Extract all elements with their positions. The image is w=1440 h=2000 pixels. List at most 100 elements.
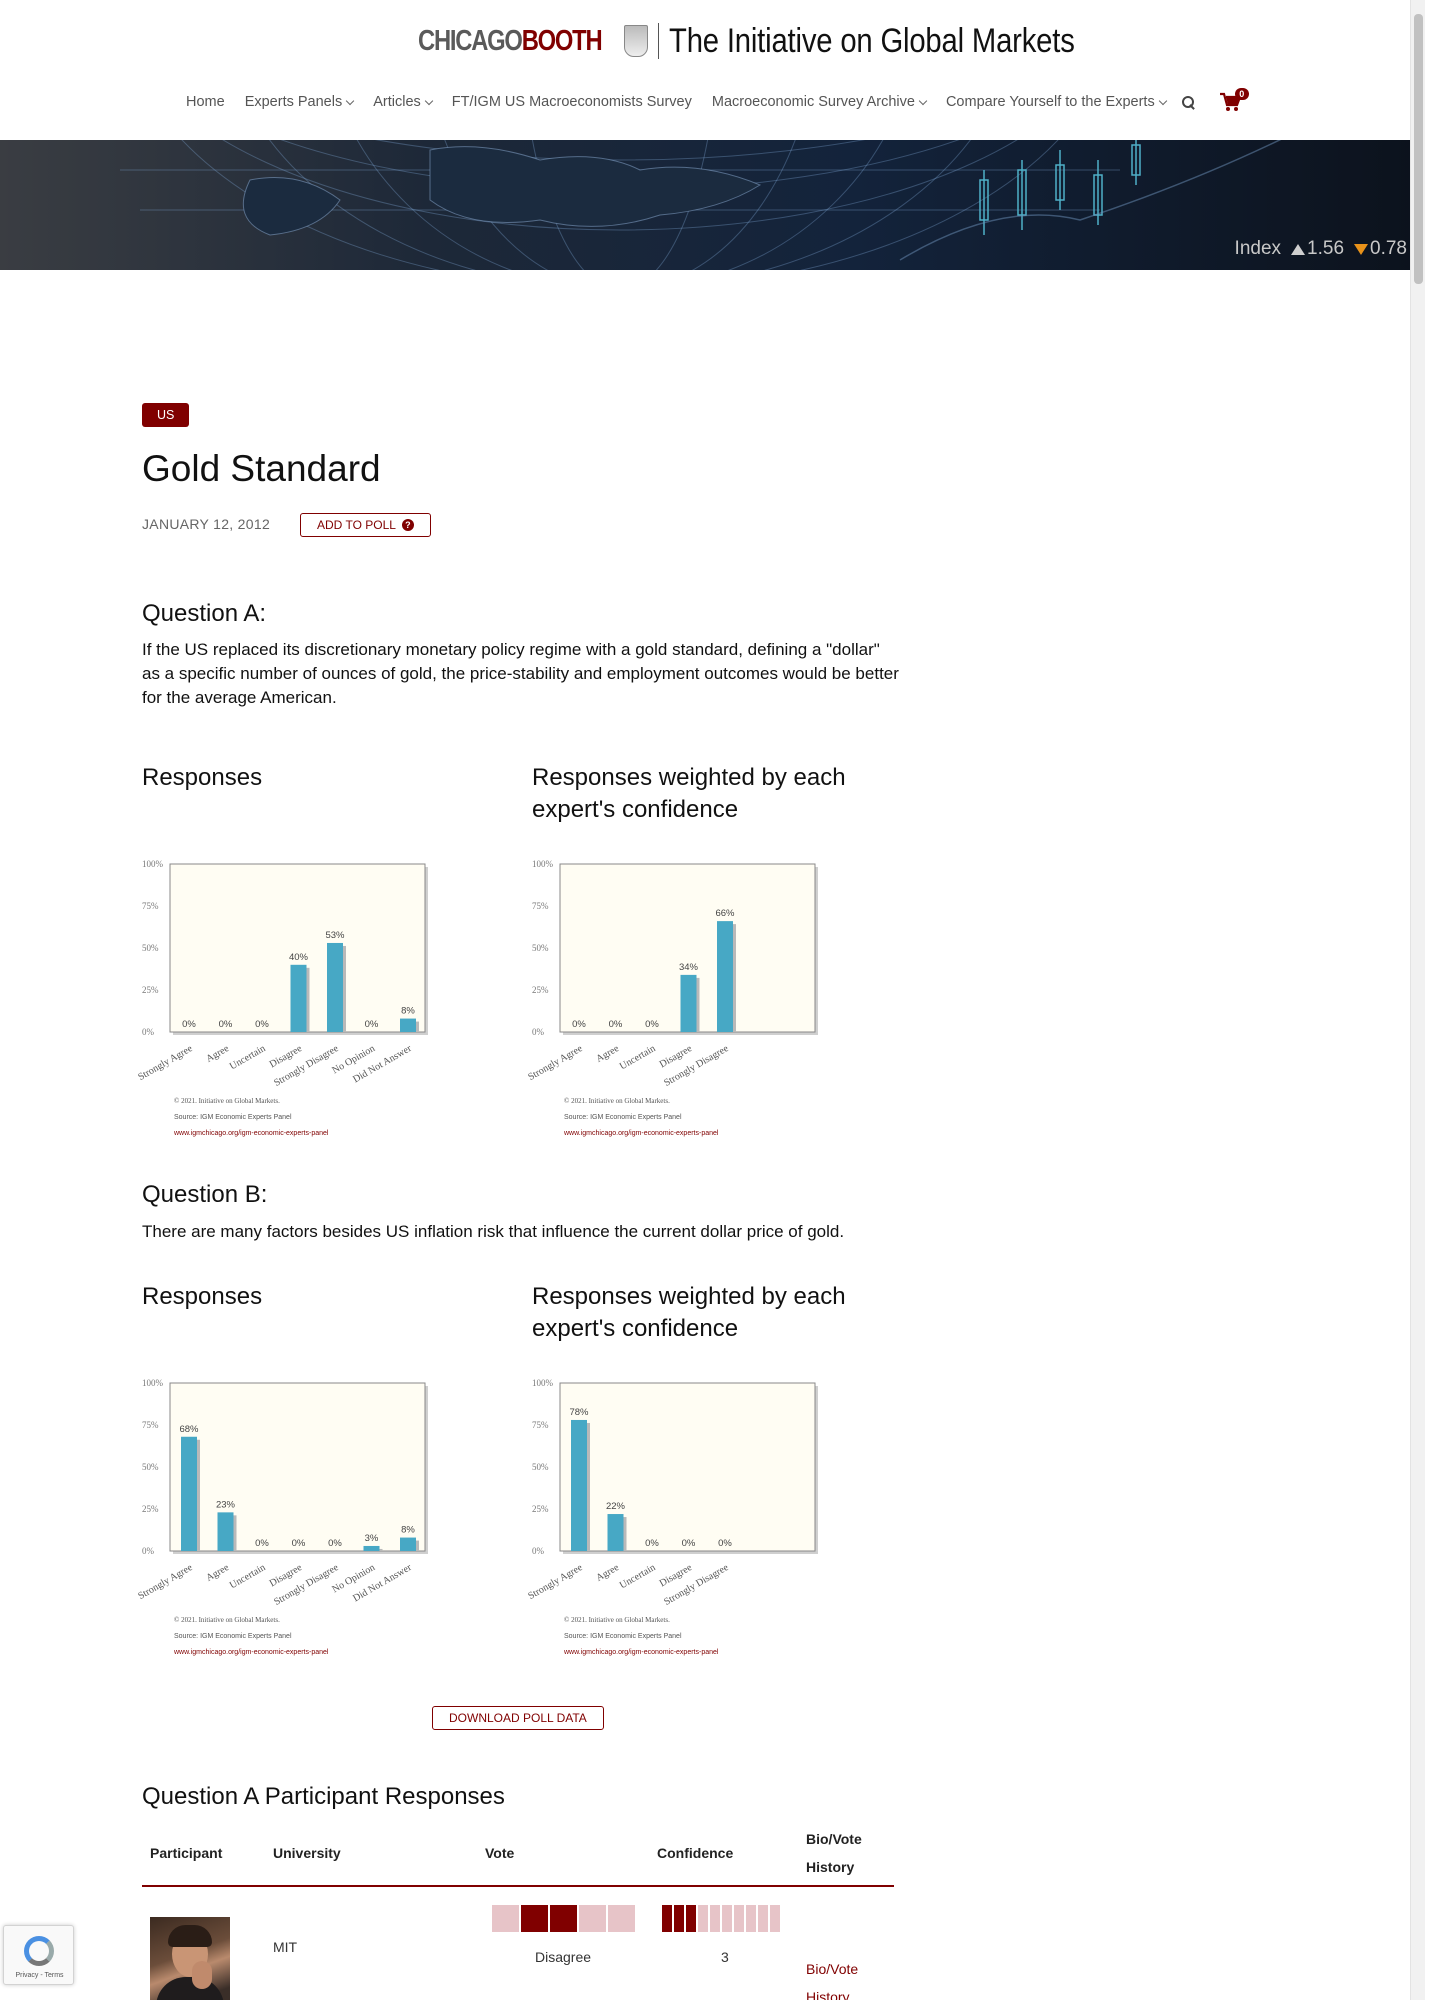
category-label: Uncertain bbox=[618, 1562, 658, 1591]
page: CHICAGOBOOTH The Initiative on Global Ma… bbox=[0, 0, 1425, 2000]
bar-value-label: 0% bbox=[328, 1538, 342, 1549]
chevron-down-icon bbox=[1158, 96, 1167, 105]
bar-value-label: 8% bbox=[401, 1006, 415, 1017]
y-tick-label: 50% bbox=[532, 1462, 549, 1472]
bar-value-label: 0% bbox=[718, 1538, 732, 1549]
vote-scale-cell bbox=[550, 1905, 577, 1932]
category-label: Strongly Agree bbox=[526, 1043, 585, 1083]
confidence-scale bbox=[662, 1905, 780, 1932]
bar bbox=[363, 1545, 380, 1551]
category-label: Uncertain bbox=[228, 1562, 268, 1591]
chart-source-link[interactable]: www.igmchicago.org/igm-economic-experts-… bbox=[563, 1649, 719, 1656]
y-tick-label: 0% bbox=[142, 1027, 155, 1037]
chevron-down-icon bbox=[424, 96, 434, 105]
question-b-weighted-chart: 0% 25% 50% 75% 100% 78% Strongly Agree 22% Agree… bbox=[506, 1375, 846, 1665]
participant-university: MIT bbox=[273, 1939, 298, 1955]
participant-vote: Disagree bbox=[535, 1949, 592, 1965]
shopping-cart-icon[interactable]: 0 bbox=[1219, 88, 1249, 112]
bar bbox=[607, 1514, 624, 1551]
chart-source-link[interactable]: www.igmchicago.org/igm-economic-experts-… bbox=[173, 1649, 329, 1656]
y-tick-label: 25% bbox=[532, 985, 549, 995]
region-tag[interactable]: US bbox=[142, 403, 190, 427]
nav-item-home[interactable]: Home bbox=[186, 94, 225, 110]
scrollbar-thumb[interactable] bbox=[1414, 14, 1423, 284]
category-label: Strongly Agree bbox=[136, 1562, 195, 1602]
question-a-responses-chart: 0% 25% 50% 75% 100% 0% Strongly Agree 0% Agree 0%… bbox=[116, 856, 456, 1146]
bar bbox=[400, 1018, 416, 1032]
y-tick-label: 100% bbox=[142, 859, 164, 869]
question-a-heading: Question A: bbox=[142, 600, 267, 627]
site-header: CHICAGOBOOTH The Initiative on Global Ma… bbox=[0, 0, 1425, 140]
chevron-down-icon bbox=[345, 96, 355, 105]
globe-market-illustration bbox=[120, 140, 1282, 270]
confidence-scale-cell bbox=[746, 1905, 756, 1932]
plot-area bbox=[559, 1382, 816, 1552]
y-tick-label: 75% bbox=[142, 901, 159, 911]
bar-value-label: 0% bbox=[609, 1019, 623, 1030]
vote-scale-cell bbox=[579, 1905, 606, 1932]
bar-chart-svg: 0% 25% 50% 75% 100% 0% Strongly Agree 0% Agree 0%… bbox=[136, 859, 428, 1137]
nav-item-ft-igm-us-macroeconomists-survey[interactable]: FT/IGM US Macroeconomists Survey bbox=[452, 94, 692, 110]
y-tick-label: 25% bbox=[142, 985, 159, 995]
bar-value-label: 66% bbox=[715, 908, 735, 919]
question-b-heading: Question B: bbox=[142, 1181, 268, 1208]
ticker-up: 1.56 bbox=[1291, 238, 1344, 260]
vote-scale-cell bbox=[492, 1905, 519, 1932]
question-circle-icon[interactable]: ? bbox=[401, 519, 414, 531]
bio-vote-history-link[interactable]: Bio/Vote History bbox=[806, 1955, 866, 2000]
bar bbox=[571, 1419, 587, 1551]
nav-item-macroeconomic-survey-archive[interactable]: Macroeconomic Survey Archive bbox=[712, 94, 928, 110]
hero-banner: Index 1.56 0.78 bbox=[0, 140, 1425, 270]
confidence-scale-cell bbox=[662, 1905, 672, 1932]
col-confidence: Confidence bbox=[657, 1845, 734, 1861]
confidence-scale-cell bbox=[722, 1905, 732, 1932]
chart-source-link[interactable]: www.igmchicago.org/igm-economic-experts-… bbox=[173, 1130, 329, 1137]
y-tick-label: 25% bbox=[142, 1504, 159, 1514]
bar bbox=[290, 964, 307, 1032]
nav-item-experts-panels[interactable]: Experts Panels bbox=[245, 94, 355, 110]
y-tick-label: 0% bbox=[532, 1546, 545, 1556]
chart-copyright: © 2021. Initiative on Global Markets. bbox=[174, 1097, 280, 1105]
confidence-scale-cell bbox=[710, 1905, 720, 1932]
question-a-weighted-chart: 0% 25% 50% 75% 100% 0% Strongly Agree 0% Agree 0%… bbox=[506, 856, 846, 1146]
confidence-scale-cell bbox=[674, 1905, 684, 1932]
bar-value-label: 22% bbox=[606, 1501, 626, 1512]
chart-source-link[interactable]: www.igmchicago.org/igm-economic-experts-… bbox=[563, 1130, 719, 1137]
vertical-scrollbar[interactable] bbox=[1410, 0, 1425, 2000]
main-nav: Home Experts Panels Articles FT/IGM US Macr… bbox=[186, 88, 1249, 112]
add-to-poll-label: ADD TO POLL bbox=[317, 518, 396, 532]
nav-item-articles[interactable]: Articles bbox=[373, 94, 434, 110]
y-tick-label: 0% bbox=[532, 1027, 545, 1037]
recaptcha-privacy-terms[interactable]: Privacy - Terms bbox=[4, 1972, 75, 1979]
bar bbox=[680, 974, 697, 1032]
bar bbox=[217, 1512, 234, 1551]
chart-source: Source: IGM Economic Experts Panel bbox=[174, 1633, 292, 1640]
chart-source: Source: IGM Economic Experts Panel bbox=[564, 1633, 682, 1640]
participant-photo[interactable] bbox=[150, 1917, 230, 2000]
question-a-text: If the US replaced its discretionary mon… bbox=[142, 640, 899, 707]
category-label: Uncertain bbox=[228, 1043, 268, 1072]
y-tick-label: 50% bbox=[142, 943, 159, 953]
participant-confidence: 3 bbox=[721, 1949, 729, 1965]
poll-date: JANUARY 12, 2012 bbox=[142, 516, 271, 532]
category-label: Strongly Disagree bbox=[662, 1043, 731, 1089]
nav-item-compare-yourself-to-the-experts[interactable]: Compare Yourself to the Experts bbox=[946, 94, 1167, 110]
download-poll-data-button[interactable]: DOWNLOAD POLL DATA bbox=[432, 1706, 604, 1730]
bar bbox=[717, 921, 733, 1032]
plot-area bbox=[169, 1382, 426, 1552]
question-b-responses-chart: 0% 25% 50% 75% 100% 68% Strongly Agree 23% Agree… bbox=[116, 1375, 456, 1665]
add-to-poll-button[interactable]: ADD TO POLL ? bbox=[300, 513, 431, 537]
search-icon[interactable] bbox=[1181, 95, 1195, 109]
site-logo[interactable]: CHICAGOBOOTH The Initiative on Global Ma… bbox=[418, 18, 1140, 64]
y-tick-label: 75% bbox=[142, 1420, 159, 1430]
vote-scale-cell bbox=[521, 1905, 548, 1932]
bar-value-label: 53% bbox=[325, 930, 345, 941]
category-label: Strongly Agree bbox=[136, 1043, 195, 1083]
bar-value-label: 0% bbox=[572, 1019, 586, 1030]
recaptcha-badge[interactable]: Privacy - Terms bbox=[3, 1925, 74, 1985]
bar-value-label: 0% bbox=[365, 1019, 379, 1030]
bar-value-label: 0% bbox=[182, 1019, 196, 1030]
category-label: Agree bbox=[594, 1562, 621, 1584]
bar-value-label: 3% bbox=[365, 1533, 379, 1544]
y-tick-label: 100% bbox=[532, 1378, 554, 1388]
